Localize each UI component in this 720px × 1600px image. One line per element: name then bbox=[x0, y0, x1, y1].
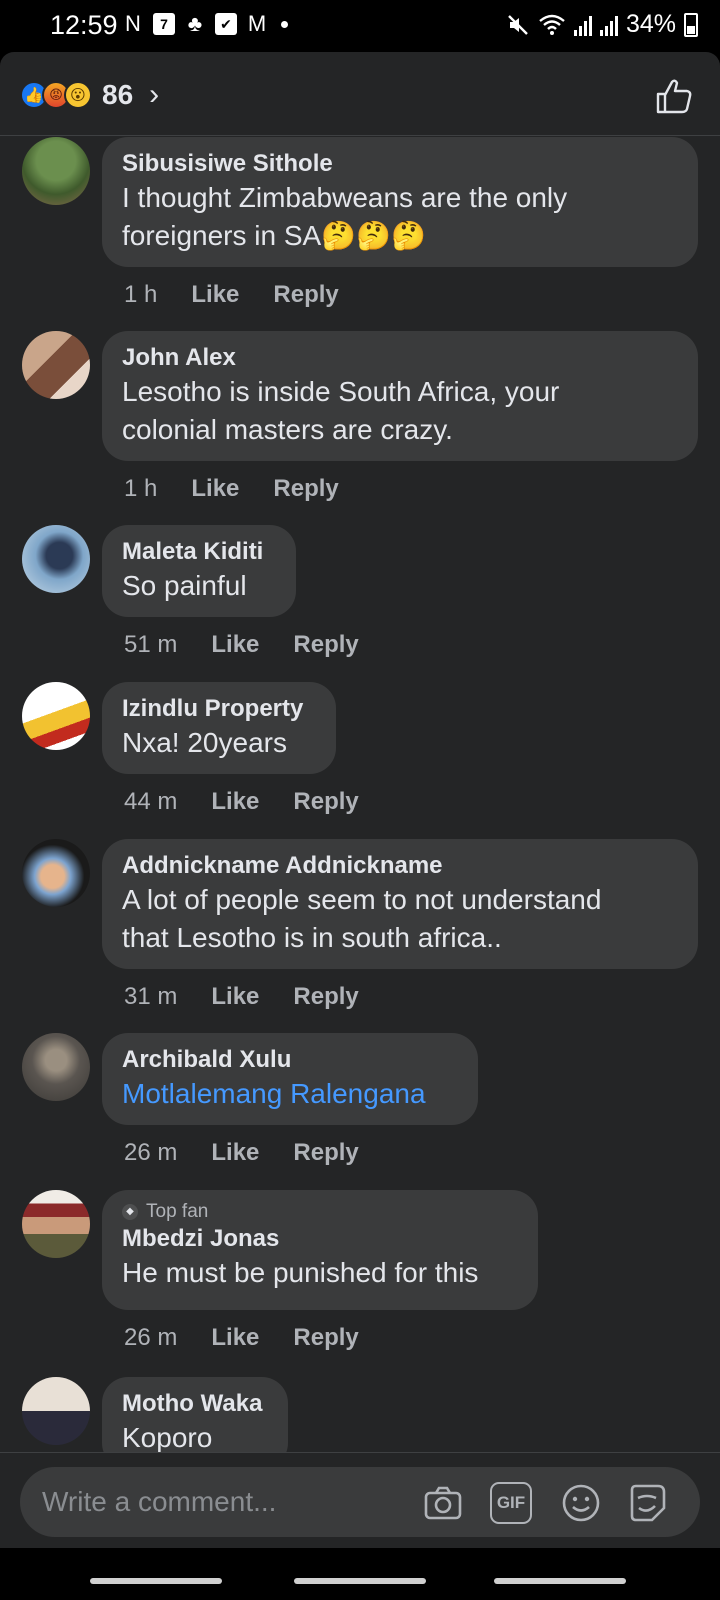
comment-actions: 51 m Like Reply bbox=[124, 631, 359, 659]
comment-bubble[interactable]: Maleta Kiditi So painful bbox=[102, 525, 296, 617]
reactions-summary[interactable]: 👍 😡 😮 86 › bbox=[20, 78, 159, 112]
comment-author[interactable]: Sibusisiwe Sithole bbox=[122, 149, 678, 179]
like-button[interactable]: Like bbox=[211, 983, 259, 1011]
mute-icon bbox=[508, 14, 528, 35]
comment-bubble[interactable]: ◆ Top fan Mbedzi Jonas He must be punish… bbox=[102, 1190, 538, 1310]
avatar[interactable] bbox=[22, 331, 90, 399]
nav-back-button[interactable] bbox=[494, 1578, 626, 1584]
comment-bubble[interactable]: Sibusisiwe Sithole I thought Zimbabweans… bbox=[102, 137, 698, 267]
chevron-right-icon: › bbox=[149, 78, 160, 111]
system-navigation-bar bbox=[0, 1548, 720, 1600]
comment-text: I thought Zimbabweans are the only bbox=[122, 182, 568, 213]
like-post-button[interactable] bbox=[654, 76, 694, 116]
notification-icons: N 7 ♣ ✔ M bbox=[122, 11, 288, 36]
comment-time: 51 m bbox=[124, 631, 178, 658]
gmail-icon: M bbox=[247, 11, 267, 36]
comment-text: He must be punished for this bbox=[122, 1257, 479, 1288]
signal-icon bbox=[573, 14, 592, 36]
comment-text: Lesotho is inside South Africa, your bbox=[122, 376, 560, 407]
reply-button[interactable]: Reply bbox=[273, 475, 338, 503]
nav-home-button[interactable] bbox=[294, 1578, 426, 1584]
status-bar: 12:59 N 7 ♣ ✔ M 34% bbox=[0, 0, 720, 52]
avatar[interactable] bbox=[22, 682, 90, 750]
comment-actions: 31 m Like Reply bbox=[124, 983, 359, 1011]
comment-bubble[interactable]: John Alex Lesotho is inside South Africa… bbox=[102, 331, 698, 461]
avatar[interactable] bbox=[22, 839, 90, 907]
avatar[interactable] bbox=[22, 1377, 90, 1445]
system-icons: 34% bbox=[506, 10, 698, 39]
comments-sheet: 👍 😡 😮 86 › Sibusisiwe Sithole I thought … bbox=[0, 52, 720, 1600]
app-notification-icon: ♣ bbox=[187, 11, 203, 36]
comment-composer-bar: GIF bbox=[0, 1452, 720, 1548]
wow-icon: 😮 bbox=[64, 81, 92, 109]
more-notifications-icon bbox=[281, 20, 288, 28]
signal-icon-2 bbox=[599, 14, 618, 36]
reply-button[interactable]: Reply bbox=[293, 631, 358, 659]
camera-icon[interactable] bbox=[422, 1482, 464, 1524]
comment-actions: 26 m Like Reply bbox=[124, 1139, 359, 1167]
comment-text: Nxa! 20years bbox=[122, 727, 287, 758]
avatar[interactable] bbox=[22, 137, 90, 205]
emoji-icon[interactable] bbox=[560, 1482, 602, 1524]
comment-actions: 44 m Like Reply bbox=[124, 788, 359, 816]
comment-bubble[interactable]: Izindlu Property Nxa! 20years bbox=[102, 682, 336, 774]
comment-time: 26 m bbox=[124, 1324, 178, 1351]
comment-time: 26 m bbox=[124, 1139, 178, 1166]
avatar[interactable] bbox=[22, 1033, 90, 1101]
comment-time: 1 h bbox=[124, 281, 158, 308]
like-button[interactable]: Like bbox=[191, 281, 239, 309]
reaction-count: 86 bbox=[102, 79, 134, 110]
reply-button[interactable]: Reply bbox=[293, 983, 358, 1011]
comment-author[interactable]: John Alex bbox=[122, 343, 678, 373]
battery-icon bbox=[684, 12, 698, 37]
netflix-icon: N bbox=[125, 11, 141, 36]
comment-author[interactable]: Motho Waka bbox=[122, 1389, 268, 1419]
reply-button[interactable]: Reply bbox=[293, 788, 358, 816]
avatar[interactable] bbox=[22, 525, 90, 593]
comment-text: that Lesotho is in south africa.. bbox=[122, 922, 502, 953]
comment-time: 44 m bbox=[124, 788, 178, 815]
like-button[interactable]: Like bbox=[191, 475, 239, 503]
checkbox-icon: ✔ bbox=[215, 13, 237, 35]
gif-icon[interactable]: GIF bbox=[490, 1482, 532, 1524]
comment-time: 31 m bbox=[124, 983, 178, 1010]
sticker-icon[interactable] bbox=[626, 1482, 668, 1524]
like-button[interactable]: Like bbox=[211, 1139, 259, 1167]
comment-text: colonial masters are crazy. bbox=[122, 414, 453, 445]
status-time: 12:59 bbox=[50, 10, 118, 40]
comment-time: 1 h bbox=[124, 475, 158, 502]
reply-button[interactable]: Reply bbox=[293, 1324, 358, 1352]
avatar[interactable] bbox=[22, 1190, 90, 1258]
reply-button[interactable]: Reply bbox=[293, 1139, 358, 1167]
like-button[interactable]: Like bbox=[211, 631, 259, 659]
top-fan-label: Top fan bbox=[146, 1201, 209, 1222]
comment-author[interactable]: Izindlu Property bbox=[122, 694, 316, 724]
comment-actions: 1 h Like Reply bbox=[124, 281, 339, 309]
comment-input[interactable] bbox=[42, 1467, 402, 1537]
wifi-icon bbox=[539, 14, 565, 35]
comment-author[interactable]: Maleta Kiditi bbox=[122, 537, 276, 567]
comment-text: So painful bbox=[122, 570, 247, 601]
like-button[interactable]: Like bbox=[211, 1324, 259, 1352]
reply-button[interactable]: Reply bbox=[273, 281, 338, 309]
comment-author[interactable]: Addnickname Addnickname bbox=[122, 851, 678, 881]
comment-actions: 26 m Like Reply bbox=[124, 1324, 359, 1352]
diamond-icon: ◆ bbox=[122, 1204, 138, 1220]
comment-actions: 1 h Like Reply bbox=[124, 475, 339, 503]
like-button[interactable]: Like bbox=[211, 788, 259, 816]
calendar-icon: 7 bbox=[153, 13, 175, 35]
comment-author[interactable]: Mbedzi Jonas bbox=[122, 1224, 518, 1254]
reaction-header: 👍 😡 😮 86 › bbox=[0, 52, 720, 136]
battery-percent: 34% bbox=[625, 10, 676, 38]
comment-bubble[interactable]: Addnickname Addnickname A lot of people … bbox=[102, 839, 698, 969]
comment-bubble[interactable]: Archibald Xulu Motlalemang Ralengana bbox=[102, 1033, 478, 1125]
top-fan-badge: ◆ Top fan bbox=[122, 1200, 518, 1224]
comment-composer[interactable]: GIF bbox=[20, 1467, 700, 1537]
nav-recent-button[interactable] bbox=[90, 1578, 222, 1584]
comment-text: foreigners in SA🤔🤔🤔 bbox=[122, 220, 426, 251]
comment-text: A lot of people seem to not understand bbox=[122, 884, 602, 915]
mention-link[interactable]: Motlalemang Ralengana bbox=[122, 1075, 458, 1113]
comment-author[interactable]: Archibald Xulu bbox=[122, 1045, 458, 1075]
